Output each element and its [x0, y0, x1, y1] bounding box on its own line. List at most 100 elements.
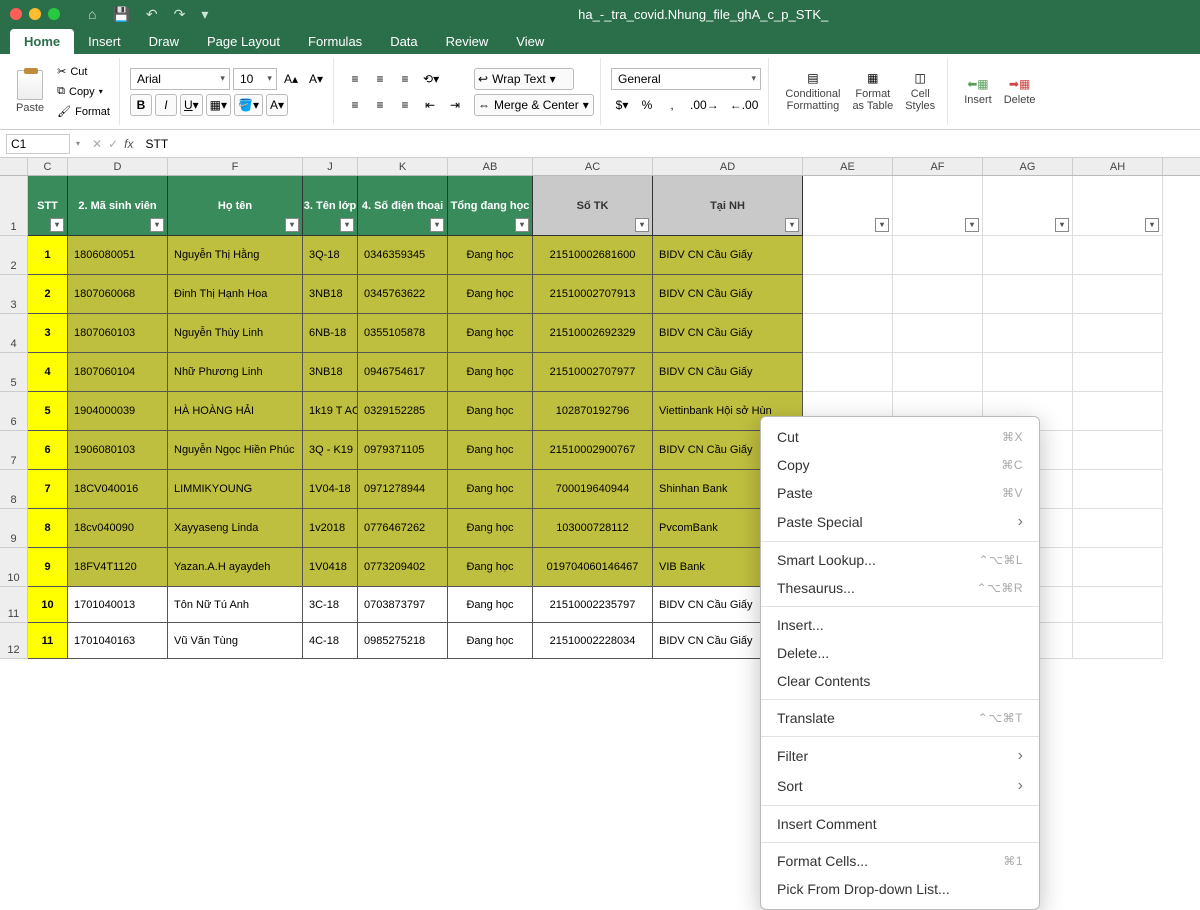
cell[interactable]	[1073, 548, 1163, 587]
formula-input[interactable]: STT	[139, 137, 1200, 151]
align-left-icon[interactable]: ≡	[344, 94, 366, 116]
cell[interactable]: 21510002900767	[533, 431, 653, 470]
cell[interactable]: 1k19 T ACN	[303, 392, 358, 431]
filter-icon[interactable]: ▾	[635, 218, 649, 232]
cell[interactable]: 18cv040090	[68, 509, 168, 548]
italic-button[interactable]: I	[155, 94, 177, 116]
cell[interactable]: 0329152285	[358, 392, 448, 431]
row-header-3[interactable]: 3	[0, 275, 28, 314]
cell[interactable]	[803, 353, 893, 392]
cell[interactable]: 1V04-18	[303, 470, 358, 509]
cell[interactable]: HÀ HOÀNG HẢI	[168, 392, 303, 431]
cell[interactable]: 3NB18	[303, 275, 358, 314]
cell[interactable]: 4	[28, 353, 68, 392]
cell[interactable]: Đang học	[448, 236, 533, 275]
menu-item-copy[interactable]: Copy⌘C	[761, 451, 1039, 479]
row-header-12[interactable]: 12	[0, 623, 28, 659]
orientation-icon[interactable]: ⟲▾	[419, 68, 443, 90]
tab-view[interactable]: View	[502, 29, 558, 54]
underline-button[interactable]: U▾	[180, 94, 203, 116]
cell[interactable]: 1701040163	[68, 623, 168, 659]
cell[interactable]	[803, 236, 893, 275]
cell[interactable]: 10	[28, 587, 68, 623]
menu-item-thesaurus[interactable]: Thesaurus...⌃⌥⌘R	[761, 574, 1039, 602]
cell[interactable]	[1073, 392, 1163, 431]
menu-item-cut[interactable]: Cut⌘X	[761, 423, 1039, 451]
cell[interactable]: 2	[28, 275, 68, 314]
cell[interactable]: Đang học	[448, 314, 533, 353]
cell[interactable]: 6	[28, 431, 68, 470]
tab-draw[interactable]: Draw	[135, 29, 193, 54]
cell[interactable]: 3Q - K19	[303, 431, 358, 470]
close-window-button[interactable]	[10, 8, 22, 20]
tab-home[interactable]: Home	[10, 29, 74, 54]
cell[interactable]: 700019640944	[533, 470, 653, 509]
cell[interactable]: Đang học	[448, 623, 533, 659]
filter-icon[interactable]: ▾	[965, 218, 979, 232]
cell[interactable]: Đang học	[448, 392, 533, 431]
align-center-icon[interactable]: ≡	[369, 94, 391, 116]
cell[interactable]	[983, 353, 1073, 392]
increase-font-icon[interactable]: A▴	[280, 68, 302, 90]
align-right-icon[interactable]: ≡	[394, 94, 416, 116]
col-header-AH[interactable]: AH	[1073, 158, 1163, 175]
cell[interactable]: 0776467262	[358, 509, 448, 548]
number-format-select[interactable]: General	[611, 68, 761, 90]
cell[interactable]: Nguyễn Thùy Linh	[168, 314, 303, 353]
cell[interactable]: 7	[28, 470, 68, 509]
cell[interactable]: Xayyaseng Linda	[168, 509, 303, 548]
row-header-5[interactable]: 5	[0, 353, 28, 392]
cell[interactable]: 019704060146467	[533, 548, 653, 587]
row-header-4[interactable]: 4	[0, 314, 28, 353]
decrease-indent-icon[interactable]: ⇤	[419, 94, 441, 116]
increase-decimal-icon[interactable]: .00→	[686, 94, 723, 116]
col-header-AD[interactable]: AD	[653, 158, 803, 175]
menu-item-paste-special[interactable]: Paste Special	[761, 507, 1039, 537]
cell[interactable]: BIDV CN Cầu Giấy	[653, 236, 803, 275]
filter-icon[interactable]: ▾	[430, 218, 444, 232]
cell[interactable]: Đang học	[448, 470, 533, 509]
menu-item-sort[interactable]: Sort	[761, 771, 1039, 801]
menu-item-format-cells[interactable]: Format Cells...⌘1	[761, 847, 1039, 875]
cell[interactable]: 1906080103	[68, 431, 168, 470]
cell[interactable]: Đinh Thị Hạnh Hoa	[168, 275, 303, 314]
cancel-formula-icon[interactable]: ✕	[92, 137, 102, 151]
cut-button[interactable]: ✂Cut	[54, 63, 113, 81]
col-header-AC[interactable]: AC	[533, 158, 653, 175]
cell[interactable]: 3NB18	[303, 353, 358, 392]
cell[interactable]	[893, 314, 983, 353]
cell[interactable]: 18FV4T1120	[68, 548, 168, 587]
cell[interactable]: Yazan.A.H ayaydeh	[168, 548, 303, 587]
cell[interactable]: Vũ Văn Tùng	[168, 623, 303, 659]
cell[interactable]	[983, 275, 1073, 314]
format-painter-button[interactable]: 🖌Format	[54, 103, 113, 121]
filter-icon[interactable]: ▾	[340, 218, 354, 232]
cell[interactable]	[1073, 236, 1163, 275]
cell[interactable]: 1701040013	[68, 587, 168, 623]
cell[interactable]: 3C-18	[303, 587, 358, 623]
cell[interactable]: Nguyễn Thị Hằng	[168, 236, 303, 275]
font-size-select[interactable]: 10	[233, 68, 277, 90]
cell[interactable]	[803, 314, 893, 353]
row-header-7[interactable]: 7	[0, 431, 28, 470]
cell[interactable]: 21510002692329	[533, 314, 653, 353]
cell[interactable]	[1073, 314, 1163, 353]
cell[interactable]: 21510002707913	[533, 275, 653, 314]
cell-styles-button[interactable]: ◫Cell Styles	[899, 60, 941, 123]
cell[interactable]: BIDV CN Cầu Giấy	[653, 275, 803, 314]
insert-cells-button[interactable]: ⬅▦Insert	[958, 60, 998, 123]
cell[interactable]: 21510002228034	[533, 623, 653, 659]
cell[interactable]: 21510002681600	[533, 236, 653, 275]
cell[interactable]: 18CV040016	[68, 470, 168, 509]
fx-icon[interactable]: fx	[124, 137, 133, 151]
row-header-11[interactable]: 11	[0, 587, 28, 623]
cell[interactable]: 21510002235797	[533, 587, 653, 623]
cell[interactable]: Nhữ Phương Linh	[168, 353, 303, 392]
cell[interactable]: 103000728112	[533, 509, 653, 548]
row-header-9[interactable]: 9	[0, 509, 28, 548]
cell[interactable]: BIDV CN Cầu Giấy	[653, 314, 803, 353]
cell[interactable]: Đang học	[448, 275, 533, 314]
menu-item-insert[interactable]: Insert...	[761, 611, 1039, 639]
cell[interactable]: 3Q-18	[303, 236, 358, 275]
row-header-10[interactable]: 10	[0, 548, 28, 587]
